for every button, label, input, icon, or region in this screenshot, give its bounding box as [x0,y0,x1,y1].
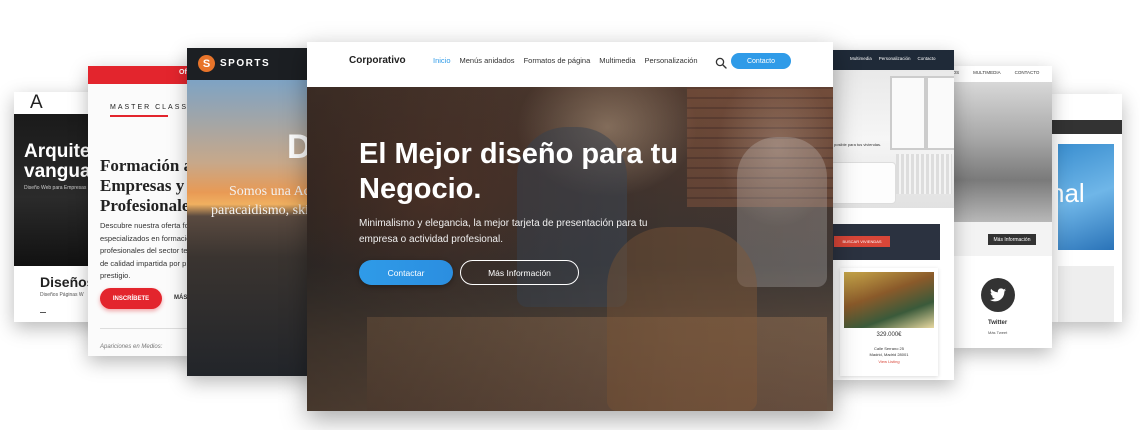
nav-item[interactable]: Contacto [918,56,936,61]
nav-item-menus-anidados[interactable]: Menús anidados [460,56,515,65]
hero-description: Descubre nuestra oferta for especializad… [100,221,195,280]
listing-photo [844,272,934,328]
twitter-icon[interactable] [981,278,1015,312]
hero-text-line2: paracaidismo, ski [211,203,309,218]
view-listing-link[interactable]: View Listing [840,359,938,364]
twitter-sublabel: Más Tweet [988,330,1008,335]
hero-caption: posible para tus viviendas. [834,142,882,147]
search-homes-button[interactable]: BUSCAR VIVIENDAS [834,236,890,247]
hero-text-line1: Somos una Ac [229,184,310,199]
sports-logo-icon: S [198,55,215,72]
hero-headline: El Mejor diseño para tu Negocio. [359,138,679,205]
navbar [1050,120,1122,134]
listing-address: Calle Serrano 25 Madrid, Madrid 28001 [869,346,909,357]
brand-name: MASTER CLASS [110,104,189,111]
contactar-button[interactable]: Contactar [359,260,453,285]
hero-tagline: Minimalismo y elegancia, la mejor tarjet… [359,218,648,245]
nav-item[interactable]: CONTACTO [1015,70,1040,75]
template-card-masterclass[interactable]: Ofe MASTER CLASS Formación a Empresas y … [88,66,198,356]
media-label: Apariciones en Medios: [100,344,163,350]
nav-menu: Multimedia Personalización Contacto [850,56,936,61]
section-heading: Diseños [40,274,95,290]
nav-item-personalizacion[interactable]: Personalización [645,56,698,65]
hero-title: Formación a Empresas y Profesionale [100,156,192,215]
divider [40,312,46,313]
template-card-blue[interactable]: nal [1050,94,1122,322]
listing-price: 329.000€ [876,332,902,338]
top-bar: Ofe [88,66,198,84]
site-brand[interactable]: Corporativo [349,55,406,66]
more-info-button[interactable]: Más Información [460,260,579,285]
meeting-photo: El Mejor diseño para tu Negocio. Minimal… [307,87,833,411]
brand-name: SPORTS [220,58,271,69]
template-card-nature[interactable]: TOS MULTIMEDIA CONTACTO Más Información … [950,66,1052,348]
template-card-realestate[interactable]: Multimedia Personalización Contacto posi… [830,50,954,380]
search-icon[interactable] [715,56,727,69]
listing-card[interactable]: 329.000€ Calle Serrano 25 Madrid, Madrid… [840,268,938,376]
navbar: TOS MULTIMEDIA CONTACTO [950,70,1052,75]
radiator-shape [896,154,952,194]
inscribete-button[interactable]: INSCRÍBETE [100,288,162,309]
window-shape [926,76,954,150]
site-logo: A [30,92,43,113]
forest-photo [950,82,1052,222]
nav-item[interactable]: Personalización [879,56,911,61]
contact-button[interactable]: Contacto [731,53,791,69]
sunset-photo [187,80,317,376]
hero-title-fragment: nal [1050,178,1085,208]
template-card-sports[interactable]: S SPORTS D Somos una Ac paracaidismo, sk… [187,48,317,376]
nav-menu: Inicio Menús anidados Formatos de página… [433,56,698,65]
window-shape [890,76,926,150]
nav-item-inicio[interactable]: Inicio [433,56,451,65]
nav-item[interactable]: MULTIMEDIA [973,70,1000,75]
more-info-button[interactable]: Más Información [988,234,1036,245]
template-card-corporativo[interactable]: Corporativo Inicio Menús anidados Format… [307,42,833,411]
more-link[interactable]: MÁS [174,295,187,301]
photo-overlay [307,87,833,411]
map-image [1058,266,1114,322]
twitter-label: Twitter [988,320,1008,326]
nav-item-multimedia[interactable]: Multimedia [599,56,635,65]
section-text: Diseños Páginas W [40,292,84,298]
divider [100,328,198,329]
sofa-shape [830,162,896,204]
nav-item[interactable]: Multimedia [850,56,872,61]
brand-underline [110,115,168,117]
nav-item-formatos-de-pagina[interactable]: Formatos de página [524,56,591,65]
